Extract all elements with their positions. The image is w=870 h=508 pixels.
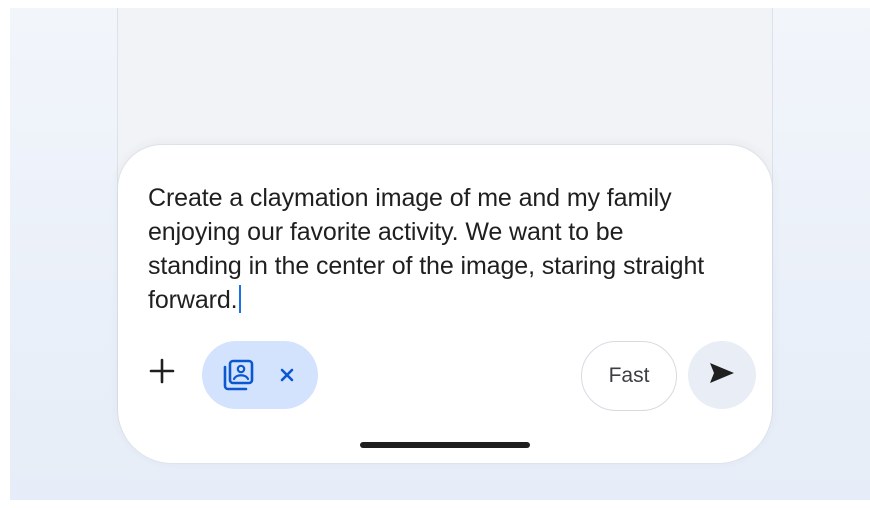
text-caret [238,285,241,313]
mode-selector-button[interactable]: Fast [581,341,677,411]
photo-library-icon[interactable] [220,357,256,393]
close-icon[interactable] [276,364,298,386]
add-button[interactable] [142,353,182,393]
screen-background: Create a claymation image of me and my f… [10,8,870,500]
prompt-composer: Create a claymation image of me and my f… [118,145,772,463]
prompt-input[interactable]: Create a claymation image of me and my f… [148,181,718,317]
send-icon [708,361,736,390]
attachment-chip[interactable] [202,341,318,409]
home-indicator[interactable] [360,442,530,448]
plus-icon [149,358,175,389]
send-button[interactable] [688,341,756,409]
prompt-text: Create a claymation image of me and my f… [148,184,705,314]
